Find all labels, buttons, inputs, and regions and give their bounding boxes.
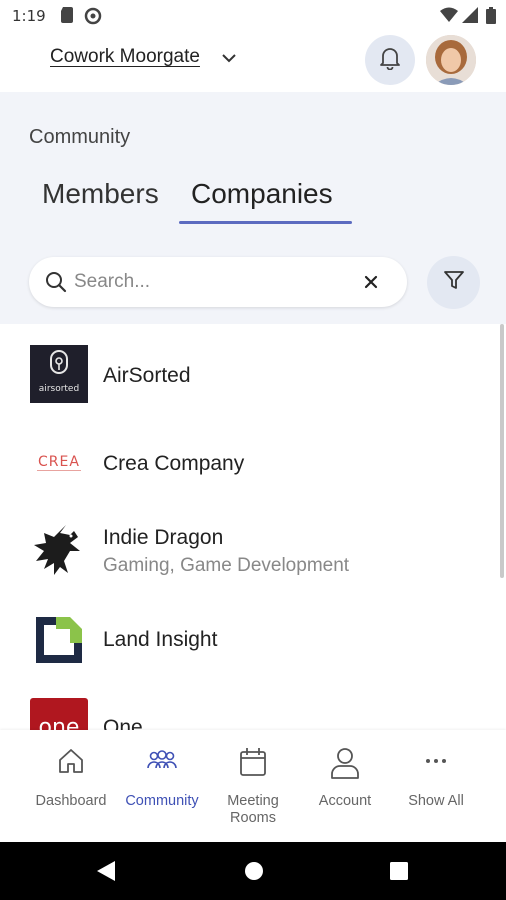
home-button-icon[interactable] [244,861,264,886]
home-icon [56,746,86,781]
people-icon [145,746,179,781]
nav-label: Show All [408,793,464,809]
tab-companies[interactable]: Companies [191,178,333,210]
company-tags: Gaming, Game Development [103,555,350,576]
company-logo-text: CREA [38,454,80,470]
company-list: airsorted AirSorted CREA Crea Company In… [0,324,506,730]
filter-button[interactable] [427,256,480,309]
active-tab-indicator [179,221,352,224]
search-input[interactable] [74,267,354,297]
bell-icon [379,46,401,75]
back-icon[interactable] [95,860,117,887]
company-logo [30,521,88,579]
company-name: One [103,716,143,730]
company-logo [30,611,88,669]
app-header: Cowork Moorgate [0,32,506,92]
notifications-button[interactable] [365,35,415,85]
data-saver-icon [84,7,102,30]
nav-label: Account [318,793,372,809]
list-scrollbar[interactable] [500,324,504,578]
list-item[interactable]: airsorted AirSorted [0,330,500,418]
chevron-down-icon[interactable] [222,50,236,68]
company-name: Crea Company [103,452,245,475]
company-logo: CREA [30,433,88,491]
nav-show-all[interactable]: Show All [386,730,486,842]
list-item[interactable]: Land Insight [0,594,500,682]
sd-card-icon [60,7,74,28]
nav-meeting-rooms[interactable]: Meeting Rooms [203,730,303,842]
more-icon [421,746,451,781]
company-logo-text: one [39,715,80,730]
company-logo-text: airsorted [39,384,79,394]
list-item[interactable]: Indie Dragon Gaming, Game Development [0,506,500,594]
recents-icon[interactable] [390,862,408,885]
location-selector[interactable]: Cowork Moorgate [50,46,200,68]
wifi-icon [440,7,458,28]
nav-account[interactable]: Account [295,730,395,842]
avatar[interactable] [426,35,476,85]
list-item[interactable]: CREA Crea Company [0,418,500,506]
nav-label: Dashboard [35,793,107,809]
bottom-navigation: Dashboard Community Meeting Rooms Accoun… [0,730,506,842]
status-time: 1:19 [12,7,46,25]
company-name: Indie Dragon [103,526,224,549]
community-section: Community Members Companies [0,92,506,324]
company-name: Land Insight [103,628,218,651]
company-logo: one [30,698,88,730]
tab-members[interactable]: Members [42,178,159,210]
status-bar: 1:19 [0,0,506,32]
signal-icon [462,7,478,28]
list-item[interactable]: one One [0,682,500,730]
nav-dashboard[interactable]: Dashboard [21,730,121,842]
nav-label: Community [125,793,199,809]
battery-icon [486,7,496,29]
close-icon[interactable] [360,271,382,293]
company-name: AirSorted [103,364,191,387]
nav-community[interactable]: Community [112,730,212,842]
search-icon [45,271,67,298]
filter-icon [443,269,465,296]
nav-label: Meeting Rooms [227,793,279,826]
company-logo: airsorted [30,345,88,403]
system-navigation-bar [0,842,506,900]
person-icon [329,746,361,785]
calendar-icon [238,746,268,783]
page-title: Community [29,126,131,148]
search-bar [29,257,407,307]
